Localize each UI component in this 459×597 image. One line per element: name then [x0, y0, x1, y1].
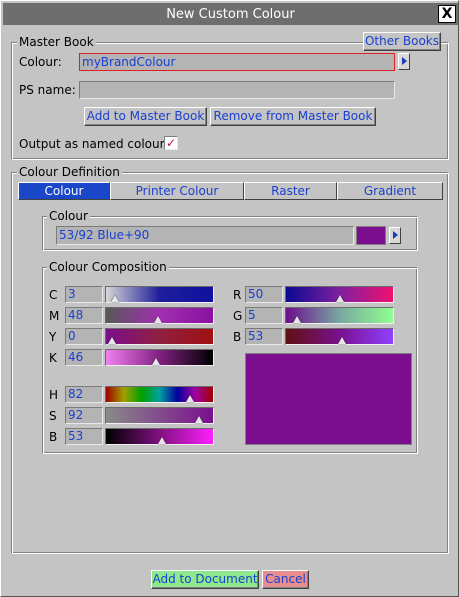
tab-colour[interactable]: Colour: [18, 182, 110, 200]
hsb-b-slider[interactable]: [105, 428, 214, 445]
rgb-r-label: R: [233, 288, 242, 302]
cmyk-c-value[interactable]: 3: [65, 286, 103, 303]
rgb-r-value[interactable]: 50: [245, 286, 283, 303]
cmyk-m-label: M: [49, 309, 60, 323]
rgb-b-slider[interactable]: [285, 328, 394, 345]
cmyk-y-label: Y: [49, 330, 57, 344]
ps-name-label: PS name:: [19, 83, 76, 97]
cmyk-c-label: C: [49, 288, 58, 302]
slider-thumb[interactable]: [292, 316, 301, 323]
rgb-g-label: G: [233, 309, 243, 323]
other-books-button[interactable]: Other Books: [363, 32, 441, 51]
window-title: New Custom Colour: [166, 6, 295, 22]
cancel-button[interactable]: Cancel: [262, 570, 309, 589]
hsb-h-value[interactable]: 82: [65, 386, 103, 403]
add-to-document-button[interactable]: Add to Document: [151, 570, 259, 589]
ps-name-field[interactable]: [79, 81, 395, 99]
cmyk-c-slider[interactable]: [105, 286, 214, 303]
slider-thumb[interactable]: [110, 295, 119, 302]
colour-name-field[interactable]: myBrandColour: [79, 53, 395, 71]
cmyk-k-label: K: [49, 351, 57, 365]
slider-thumb[interactable]: [335, 295, 344, 302]
colour-subgroup-legend: Colour: [47, 209, 90, 223]
colour-label: Colour:: [19, 55, 62, 69]
hsb-s-value[interactable]: 92: [65, 407, 103, 424]
cmyk-y-slider[interactable]: [105, 328, 214, 345]
slider-thumb[interactable]: [158, 437, 167, 444]
hsb-b-label: B: [49, 430, 58, 444]
cmyk-y-value[interactable]: 0: [65, 328, 103, 345]
slider-thumb[interactable]: [195, 416, 204, 423]
cmyk-k-slider[interactable]: [105, 349, 214, 366]
close-button[interactable]: X: [438, 5, 456, 23]
colour-value-field[interactable]: 53/92 Blue+90: [56, 226, 354, 245]
tab-raster[interactable]: Raster: [244, 182, 337, 200]
cmyk-k-value[interactable]: 46: [65, 349, 103, 366]
hsb-s-slider[interactable]: [105, 407, 214, 424]
rgb-g-value[interactable]: 5: [245, 307, 283, 324]
slider-thumb[interactable]: [108, 337, 116, 344]
hsb-b-value[interactable]: 53: [65, 428, 103, 445]
hsb-s-label: S: [49, 409, 57, 423]
cmyk-m-value[interactable]: 48: [65, 307, 103, 324]
dialog-window: New Custom Colour X Master Book Other Bo…: [0, 0, 459, 597]
hsb-h-slider[interactable]: [105, 386, 214, 403]
colour-swatch: [356, 226, 386, 245]
remove-from-master-book-button[interactable]: Remove from Master Book: [210, 107, 376, 126]
colour-swatch-menu-button[interactable]: [389, 227, 401, 244]
tab-printer-colour[interactable]: Printer Colour: [110, 182, 244, 200]
output-named-colour-checkbox[interactable]: ✓: [164, 136, 178, 150]
slider-thumb[interactable]: [185, 395, 194, 402]
slider-thumb[interactable]: [338, 337, 347, 344]
hsb-h-label: H: [49, 388, 59, 402]
add-to-master-book-button[interactable]: Add to Master Book: [84, 107, 207, 126]
tab-gradient[interactable]: Gradient: [337, 182, 443, 200]
rgb-b-label: B: [233, 330, 242, 344]
slider-thumb[interactable]: [153, 316, 162, 323]
rgb-b-value[interactable]: 53: [245, 328, 283, 345]
colour-composition-legend: Colour Composition: [47, 260, 169, 274]
rgb-g-slider[interactable]: [285, 307, 394, 324]
slider-thumb[interactable]: [151, 358, 160, 365]
colour-name-menu-button[interactable]: [398, 53, 410, 70]
cmyk-m-slider[interactable]: [105, 307, 214, 324]
title-bar[interactable]: New Custom Colour X: [3, 3, 458, 25]
colour-preview-swatch: [245, 353, 412, 445]
master-book-legend: Master Book: [17, 35, 96, 49]
rgb-r-slider[interactable]: [285, 286, 394, 303]
colour-definition-legend: Colour Definition: [17, 165, 122, 179]
output-named-colour-label: Output as named colour: [19, 137, 165, 151]
